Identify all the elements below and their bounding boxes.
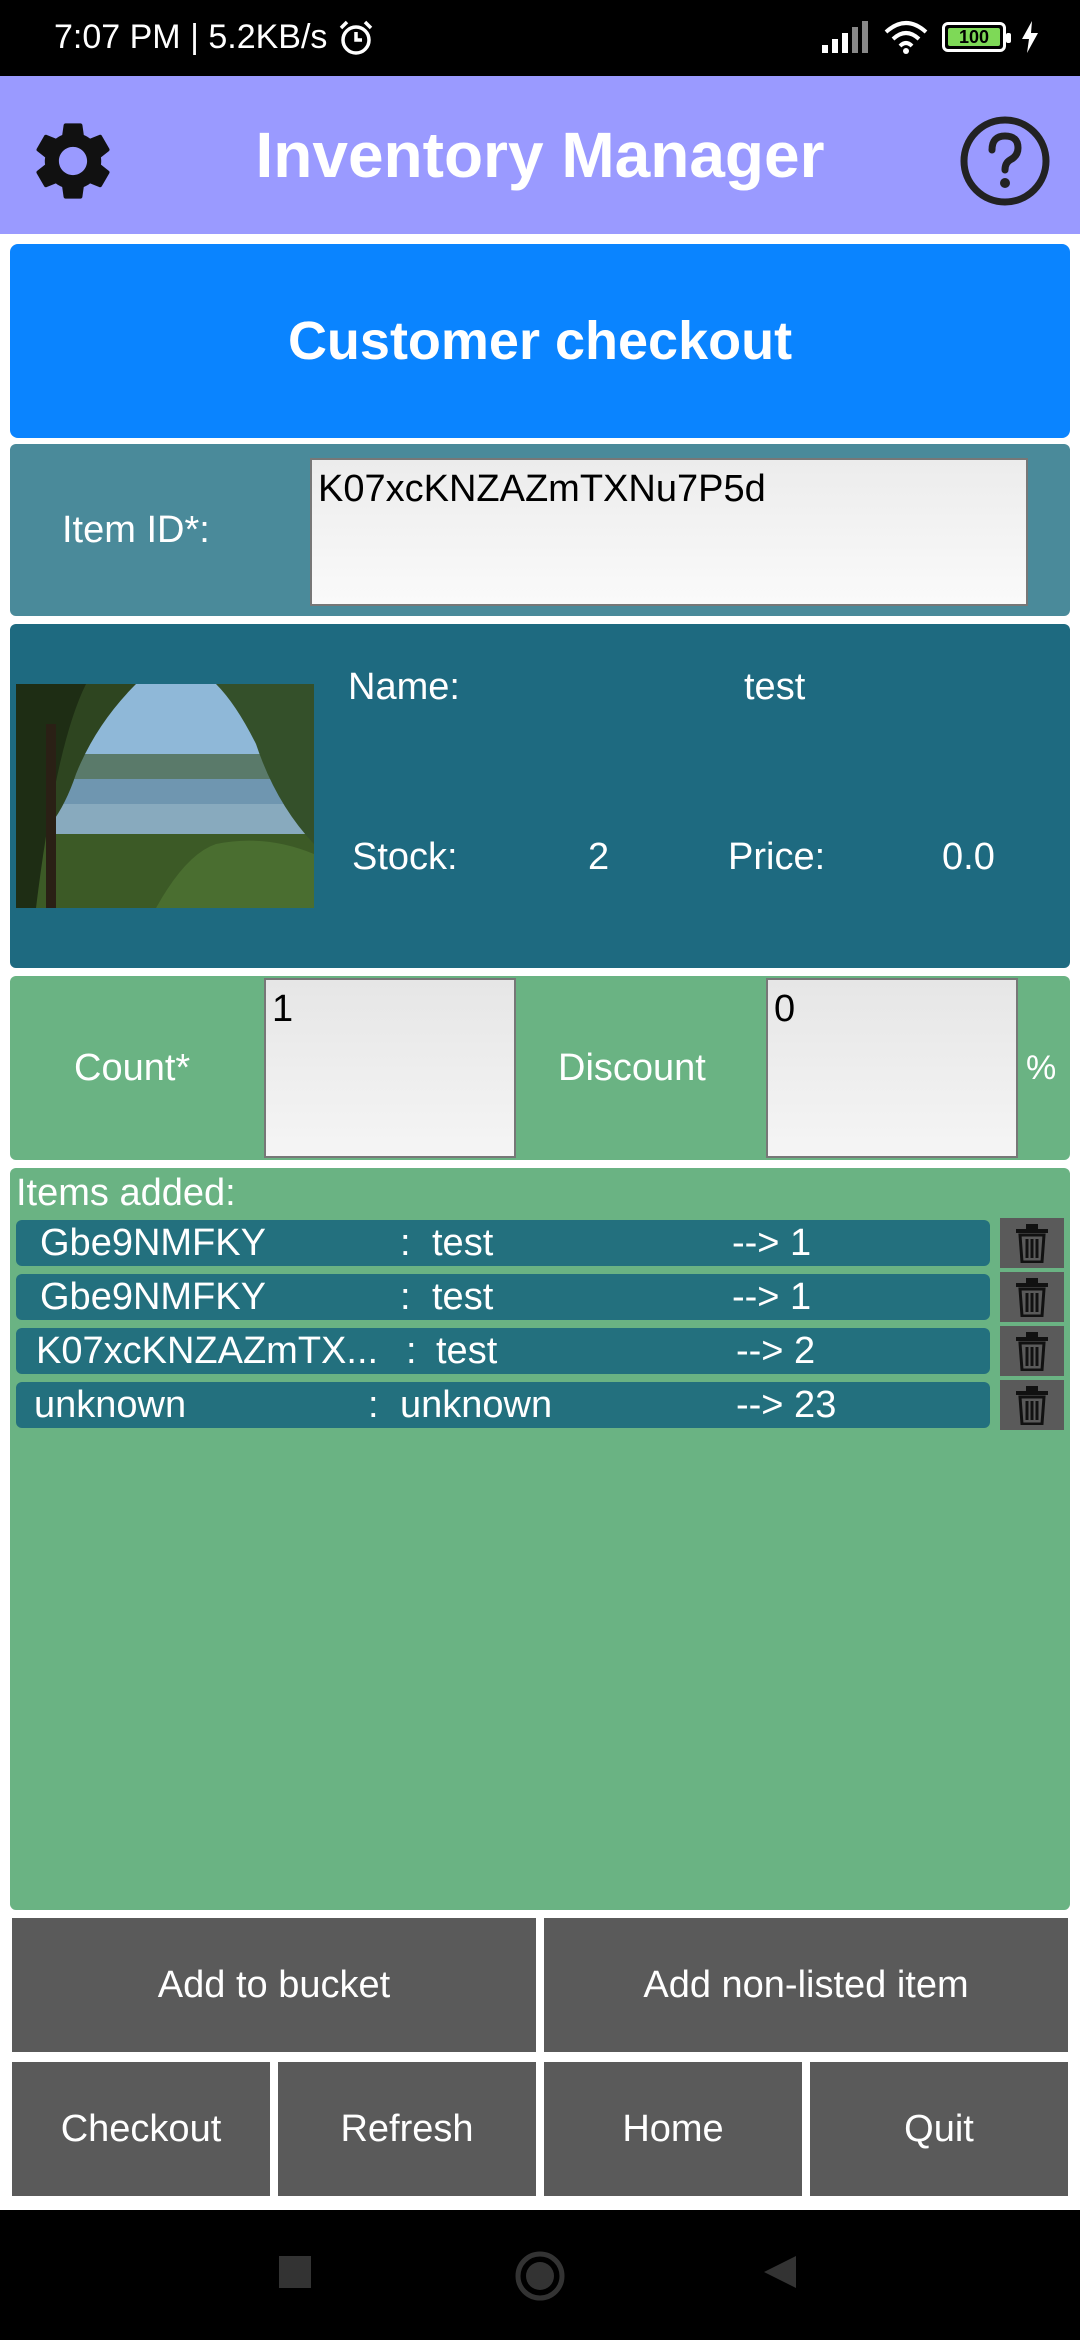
item-id: unknown <box>34 1384 187 1426</box>
status-time-speed: 7:07 PM | 5.2KB/s <box>54 18 328 56</box>
item-id-row: Item ID*: K07xcKNZAZmTXNu7P5d <box>10 444 1070 616</box>
list-item: Gbe9NMFKY : test --> 1 <box>16 1220 990 1266</box>
help-icon[interactable] <box>958 114 1052 208</box>
item-qty: --> 2 <box>736 1330 816 1372</box>
item-name: unknown <box>400 1384 553 1426</box>
discount-input[interactable]: 0 <box>766 978 1018 1158</box>
percent-sign: % <box>1026 1048 1057 1087</box>
checkout-button[interactable]: Checkout <box>12 2062 270 2196</box>
price-value: 0.0 <box>942 836 995 878</box>
home-nav-icon[interactable] <box>512 2248 568 2304</box>
item-qty: --> 1 <box>732 1222 812 1264</box>
stock-label: Stock: <box>352 836 458 878</box>
name-label: Name: <box>348 666 460 708</box>
status-right: 100 <box>820 20 1040 54</box>
back-icon[interactable] <box>760 2252 800 2292</box>
trash-icon <box>1016 1278 1048 1317</box>
add-to-bucket-button[interactable]: Add to bucket <box>12 1918 536 2052</box>
stock-value: 2 <box>588 836 610 878</box>
trash-icon <box>1016 1332 1048 1371</box>
price-label: Price: <box>728 836 826 878</box>
items-added-label: Items added: <box>16 1172 236 1214</box>
list-item: Gbe9NMFKY : test --> 1 <box>16 1274 990 1320</box>
recents-icon[interactable] <box>276 2253 314 2291</box>
count-label: Count* <box>74 1046 191 1089</box>
list-item: K07xcKNZAZmTX... : test --> 2 <box>16 1328 990 1374</box>
item-qty: --> 1 <box>732 1276 812 1318</box>
trash-icon <box>1016 1224 1048 1263</box>
status-bar: 7:07 PM | 5.2KB/s 100 <box>0 0 1080 76</box>
alarm-icon <box>340 20 373 55</box>
item-id-label: Item ID*: <box>62 508 210 551</box>
item-sep: : <box>368 1384 379 1426</box>
list-item: unknown : unknown --> 23 <box>16 1382 990 1428</box>
item-id: K07xcKNZAZmTX... <box>36 1330 379 1372</box>
name-value: test <box>744 666 806 708</box>
trash-icon <box>1016 1386 1048 1425</box>
item-sep: : <box>400 1276 411 1318</box>
count-input[interactable]: 1 <box>264 978 516 1158</box>
items-added-panel: Items added: Gbe9NMFKY : test --> 1 Gbe9… <box>10 1168 1070 1910</box>
item-id: Gbe9NMFKY <box>40 1276 266 1318</box>
refresh-button[interactable]: Refresh <box>278 2062 536 2196</box>
app-bar: Inventory Manager <box>0 76 1080 234</box>
app-title: Inventory Manager <box>255 119 825 191</box>
battery-level: 100 <box>948 27 1000 47</box>
delete-item-button[interactable] <box>1000 1218 1064 1268</box>
item-detail-panel: Name: test Stock: 2 Price: 0.0 <box>10 624 1070 968</box>
discount-label: Discount <box>558 1046 706 1089</box>
checkout-banner: Customer checkout <box>10 244 1070 438</box>
item-sep: : <box>400 1222 411 1264</box>
item-id: Gbe9NMFKY <box>40 1222 266 1264</box>
home-button[interactable]: Home <box>544 2062 802 2196</box>
item-name: test <box>432 1222 494 1264</box>
battery-icon: 100 <box>942 22 1011 52</box>
delete-item-button[interactable] <box>1000 1272 1064 1322</box>
count-discount-row: Count* 1 Discount 0 % <box>10 976 1070 1160</box>
delete-item-button[interactable] <box>1000 1380 1064 1430</box>
item-name: test <box>436 1330 498 1372</box>
item-qty: --> 23 <box>736 1384 837 1426</box>
delete-item-button[interactable] <box>1000 1326 1064 1376</box>
wifi-icon <box>884 21 928 54</box>
settings-icon[interactable] <box>26 114 120 208</box>
status-left: 7:07 PM | 5.2KB/s <box>54 18 375 57</box>
quit-button[interactable]: Quit <box>810 2062 1068 2196</box>
item-image <box>16 684 314 908</box>
system-nav-bar <box>0 2210 1080 2340</box>
charging-icon <box>1022 21 1038 53</box>
item-id-input[interactable]: K07xcKNZAZmTXNu7P5d <box>310 458 1028 606</box>
signal-icon <box>822 21 868 53</box>
item-sep: : <box>406 1330 417 1372</box>
add-non-listed-item-button[interactable]: Add non-listed item <box>544 1918 1068 2052</box>
item-name: test <box>432 1276 494 1318</box>
